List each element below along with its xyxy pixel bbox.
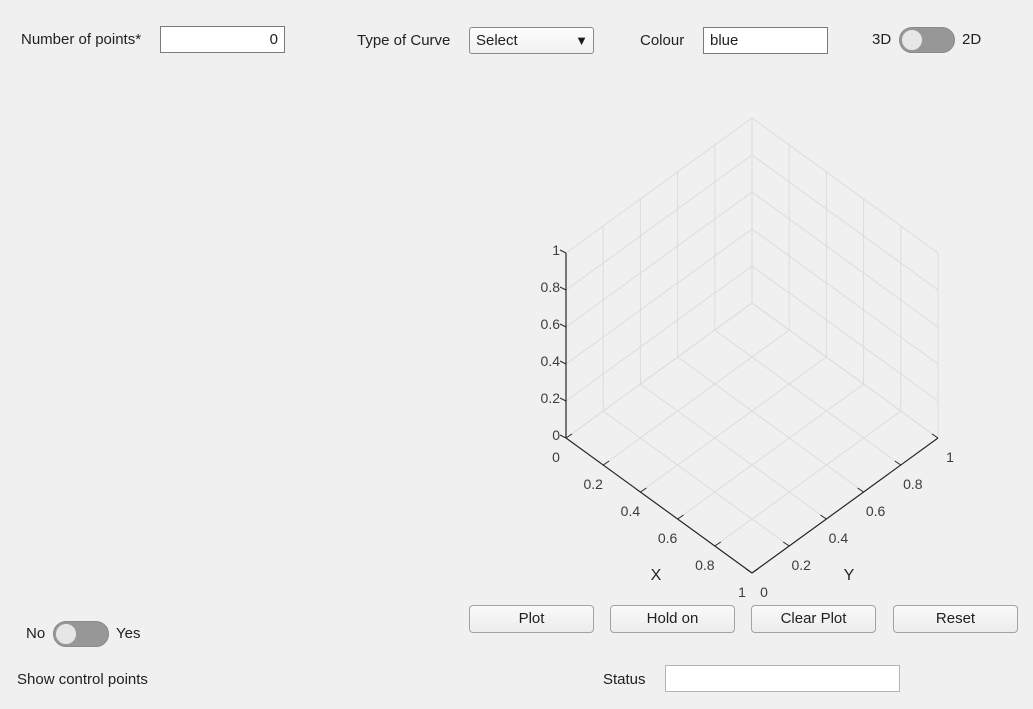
grid-line <box>565 117 753 254</box>
toggle-knob <box>55 623 77 645</box>
plot-axes-3d[interactable]: 0 0 0 0.2 0.2 0.2 0.4 0.4 0.4 0.6 0.6 0.6 0.8 0.8 0.8 1… <box>520 110 960 600</box>
clear-plot-button[interactable]: Clear Plot <box>751 605 876 633</box>
y-tick-label: 0 <box>760 584 768 600</box>
control-points-toggle-switch[interactable] <box>53 621 109 647</box>
app-window: Number of points* 0 Type of Curve Select… <box>0 0 1033 709</box>
z-tick-label: 0.2 <box>541 390 561 406</box>
y-tick-mark <box>820 514 827 520</box>
grid-line <box>751 117 939 254</box>
axes-lines <box>559 249 939 574</box>
x-tick-mark <box>714 541 722 547</box>
z-tick-label: 1 <box>552 242 560 258</box>
grid-line <box>751 228 939 365</box>
curve-type-dropdown[interactable]: Select ▼ <box>469 27 594 54</box>
x-tick-label: 0 <box>552 449 560 465</box>
x-tick-mark <box>602 460 610 466</box>
z-tick-mark <box>559 286 567 291</box>
dimension-toggle-switch[interactable] <box>899 27 955 53</box>
grid-line <box>714 410 902 547</box>
z-tick-label: 0.8 <box>541 279 561 295</box>
z-tick-mark <box>559 249 567 254</box>
grid-line <box>751 302 939 439</box>
y-tick-label: 0.6 <box>866 503 886 519</box>
toggle-knob <box>901 29 923 51</box>
x-tick-mark <box>677 514 684 520</box>
y-tick-mark <box>857 487 864 493</box>
curve-type-selected: Select <box>476 32 518 49</box>
y-tick-label: 0.8 <box>903 476 923 492</box>
x-tick-mark <box>751 568 759 574</box>
colour-label: Colour <box>640 32 685 49</box>
num-points-input[interactable]: 0 <box>160 26 285 53</box>
dropdown-arrow-icon: ▼ <box>575 33 588 48</box>
axes-tick-labels: 0 0 0 0.2 0.2 0.2 0.4 0.4 0.4 0.6 0.6 0.6 0.8 0.8 0.8 1… <box>541 242 955 600</box>
y-tick-label: 1 <box>946 449 954 465</box>
grid-line <box>602 329 790 466</box>
x-tick-mark <box>640 487 647 493</box>
z-tick-label: 0.6 <box>541 316 561 332</box>
plot-button[interactable]: Plot <box>469 605 594 633</box>
x-axis-label: X <box>651 567 662 584</box>
x-tick-label: 0.8 <box>695 557 715 573</box>
x-axis-line <box>565 437 753 574</box>
x-tick-label: 1 <box>738 584 746 600</box>
grid-line <box>565 302 753 439</box>
grid-line <box>677 383 864 520</box>
status-field <box>665 665 900 692</box>
hold-on-button[interactable]: Hold on <box>610 605 735 633</box>
curve-type-label: Type of Curve <box>357 32 451 49</box>
grid-line <box>565 191 753 328</box>
y-tick-mark <box>894 460 902 466</box>
z-tick-mark <box>559 397 567 402</box>
z-tick-label: 0 <box>552 427 560 443</box>
x-tick-label: 0.2 <box>583 476 603 492</box>
y-tick-mark <box>782 541 790 547</box>
z-tick-mark <box>559 360 567 365</box>
y-tick-mark <box>745 568 753 574</box>
grid-line <box>565 154 753 291</box>
x-tick-label: 0.4 <box>621 503 641 519</box>
reset-button[interactable]: Reset <box>893 605 1018 633</box>
z-tick-label: 0.4 <box>541 353 561 369</box>
grid-line <box>751 154 939 291</box>
grid-line <box>602 410 790 547</box>
dimension-2d-label: 2D <box>962 31 982 48</box>
grid-line <box>751 191 939 328</box>
y-tick-mark <box>931 433 939 439</box>
grid-line <box>640 356 827 493</box>
y-tick-label: 0.2 <box>791 557 811 573</box>
y-tick-label: 0.4 <box>829 530 849 546</box>
x-tick-mark <box>565 433 573 439</box>
grid-line <box>640 383 827 520</box>
z-tick-mark <box>559 434 567 439</box>
grid-line <box>751 265 939 402</box>
num-points-label: Number of points* <box>21 31 142 48</box>
grid-line <box>565 228 753 365</box>
y-axis-label: Y <box>844 567 855 584</box>
dimension-3d-label: 3D <box>872 31 892 48</box>
x-tick-label: 0.6 <box>658 530 678 546</box>
z-tick-mark <box>559 323 567 328</box>
grid-line <box>677 356 864 493</box>
grid-line <box>565 265 753 402</box>
status-label: Status <box>603 671 646 688</box>
control-points-yes-label: Yes <box>116 625 141 642</box>
show-control-points-label: Show control points <box>17 671 148 688</box>
y-axis-line <box>751 437 939 574</box>
control-points-no-label: No <box>26 625 46 642</box>
colour-input[interactable]: blue <box>703 27 828 54</box>
grid-line <box>714 329 902 466</box>
